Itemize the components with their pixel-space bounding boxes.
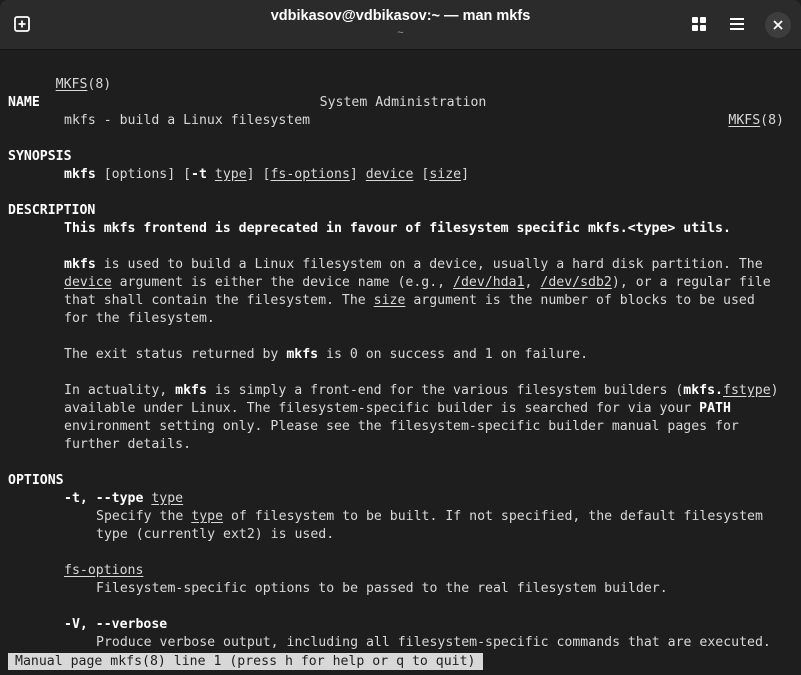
option-verbose-description: Produce verbose output, including all fi… — [96, 635, 771, 650]
description-line: further details. — [64, 437, 192, 452]
grid-icon — [692, 17, 706, 31]
section-heading-name: NAME — [8, 95, 40, 110]
man-header: MKFS(8) System Administration MKFS(8) — [8, 58, 798, 128]
description-line: device argument is either the device nam… — [64, 275, 771, 290]
option-type-description: type (currently ext2) is used. — [96, 527, 335, 542]
section-heading-synopsis: SYNOPSIS — [8, 149, 72, 164]
man-header-left: MKFS(8) — [55, 77, 112, 92]
window-title: vdbikasov@vdbikasov:~ — man mkfs — [270, 8, 531, 24]
description-line: for the filesystem. — [64, 311, 215, 326]
man-header-right: MKFS(8) — [728, 113, 784, 128]
description-line: In actuality, mkfs is simply a front-end… — [64, 383, 779, 398]
window-subtitle: ~ — [397, 27, 404, 39]
description-line: that shall contain the filesystem. The s… — [64, 293, 755, 308]
close-icon — [773, 20, 783, 30]
deprecation-notice: This mkfs frontend is deprecated in favo… — [64, 221, 731, 236]
exit-status-line: The exit status returned by mkfs is 0 on… — [64, 347, 589, 362]
name-text: mkfs - build a Linux filesystem — [64, 113, 311, 128]
man-header-center: System Administration — [319, 95, 487, 110]
section-heading-description: DESCRIPTION — [8, 203, 96, 218]
option-fs-options: fs-options — [64, 563, 144, 578]
option-type-flags: -t, --type type — [64, 491, 184, 506]
titlebar: vdbikasov@vdbikasov:~ — man mkfs ~ — [0, 0, 801, 50]
description-line: mkfs is used to build a Linux filesystem… — [64, 257, 763, 272]
description-line: environment setting only. Please see the… — [64, 419, 739, 434]
description-line: available under Linux. The filesystem-sp… — [64, 401, 731, 416]
hamburger-menu-icon — [730, 18, 744, 30]
pager-status-line: Manual page mkfs(8) line 1 (press h for … — [8, 653, 483, 670]
terminal-window: vdbikasov@vdbikasov:~ — man mkfs ~ MKFS(… — [0, 0, 801, 675]
synopsis-line: mkfs [options] [-t type] [fs-options] de… — [64, 167, 470, 182]
option-type-description: Specify the type of filesystem to be bui… — [96, 509, 763, 524]
main-menu-button[interactable] — [723, 10, 751, 38]
tab-overview-button[interactable] — [685, 10, 713, 38]
option-verbose-flags: -V, --verbose — [64, 617, 168, 632]
close-window-button[interactable] — [765, 12, 791, 38]
terminal-output[interactable]: MKFS(8) System Administration MKFS(8) NA… — [8, 58, 798, 675]
section-heading-options: OPTIONS — [8, 473, 64, 488]
option-fs-options-description: Filesystem-specific options to be passed… — [96, 581, 668, 596]
